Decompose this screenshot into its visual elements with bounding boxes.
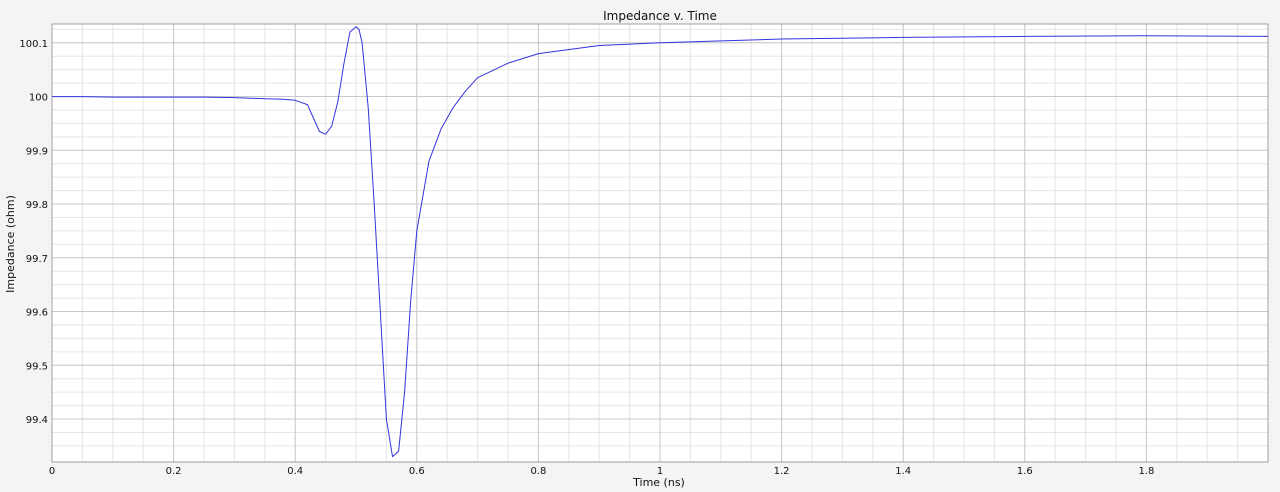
chart-title: Impedance v. Time [603, 9, 717, 23]
x-tick-label: 1.6 [1017, 466, 1033, 477]
y-tick-label: 99.5 [26, 361, 48, 372]
y-tick-label: 99.4 [26, 415, 48, 426]
x-axis-label: Time (ns) [632, 476, 685, 488]
y-tick-label: 99.9 [26, 146, 48, 157]
y-tick-label: 100 [29, 93, 48, 104]
x-tick-label: 0.6 [409, 466, 425, 477]
y-tick-label: 99.6 [26, 308, 48, 319]
chart-container: 0 0.2 0.4 0.6 0.8 1 1.2 1.4 1.6 1.8 99.4 99.5 99.6 99… [0, 0, 1280, 489]
impedance-line-chart: 0 0.2 0.4 0.6 0.8 1 1.2 1.4 1.6 1.899.499.599.699… [4, 9, 1269, 489]
x-tick-label: 0.2 [166, 466, 182, 477]
y-tick-label: 99.7 [26, 254, 48, 265]
x-tick-label: 1.4 [895, 466, 911, 477]
y-tick-label: 100.1 [19, 39, 48, 50]
y-tick-label: 99.8 [26, 200, 48, 211]
x-tick-label: 0.8 [530, 466, 546, 477]
x-tick-label: 0 [49, 466, 55, 477]
x-tick-label: 1.8 [1138, 466, 1154, 477]
y-axis-label: Impedance (ohm) [4, 195, 17, 293]
x-tick-label: 1.2 [774, 466, 790, 477]
x-tick-label: 0.4 [287, 466, 303, 477]
